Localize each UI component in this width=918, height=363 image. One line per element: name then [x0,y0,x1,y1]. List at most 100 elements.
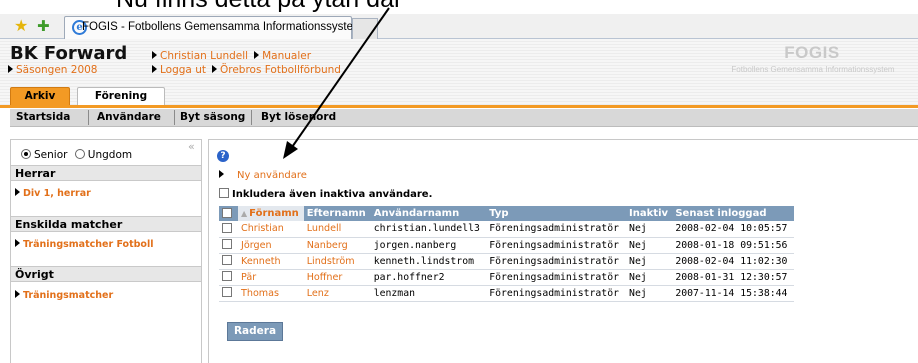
cell-last-login: 2007-11-14 15:38:44 [672,285,794,302]
sidebar-heading-enskilda-matcher: Enskilda matcher [11,216,201,232]
subnav-separator [88,110,89,125]
subnav-separator [174,110,175,125]
users-table: ▲ Förnamn Efternamn Användarnamn Typ Inak… [219,206,794,302]
cell-username: jorgen.nanberg [370,237,487,254]
column-header-inactive[interactable]: Inaktiv [626,206,673,221]
help-icon[interactable]: ? [217,150,229,162]
delete-button[interactable]: Radera [227,322,283,341]
cell-type: Föreningsadministratör [486,253,627,270]
cell-firstname[interactable]: Pär [238,269,304,286]
row-checkbox[interactable] [222,287,232,297]
browser-tab-title: FOGIS - Fotbollens Gemensamma Informatio… [82,21,363,33]
cell-firstname[interactable]: Christian [238,221,304,238]
header-divider [0,105,918,108]
caption-strip: Nu finns detta på ytan där [0,0,918,14]
main-content: ? Ny användare Inkludera även inaktiva a… [208,139,918,363]
column-header-type[interactable]: Typ [486,206,627,221]
column-header-lastname[interactable]: Efternamn [303,206,371,221]
arrow-icon [152,51,157,59]
browser-tab[interactable]: e FOGIS - Fotbollens Gemensamma Informat… [64,16,363,39]
manuals-link[interactable]: Manualer [254,50,311,62]
tab-arkiv[interactable]: Arkiv [10,87,70,106]
arrow-icon [219,170,224,178]
subnav-byt-sasong[interactable]: Byt säsong [180,111,245,123]
row-checkbox[interactable] [222,271,232,281]
cell-firstname[interactable]: Jörgen [238,237,304,254]
cell-inactive: Nej [626,237,673,254]
sort-up-icon: ▲ [241,209,248,218]
cell-inactive: Nej [626,269,673,286]
sidebar-link-div1-herrar[interactable]: Div 1, herrar [15,188,91,199]
cell-lastname[interactable]: Lenz [303,285,371,302]
user-link[interactable]: Christian Lundell [152,50,248,62]
sidebar: « Senior Ungdom Herrar Div 1, herrar Ens… [10,139,202,363]
column-header-last-login[interactable]: Senast inloggad [672,206,794,221]
table-row: Pär Hoffner par.hoffner2 Föreningsadmini… [219,269,794,286]
cell-username: christian.lundell3 [370,221,487,238]
arrow-icon [254,51,260,59]
arrow-icon [152,65,157,73]
cell-firstname[interactable]: Thomas [238,285,304,302]
radio-ungdom[interactable]: Ungdom [74,149,132,161]
row-select-cell [219,237,238,254]
arrow-icon [15,188,20,196]
cell-firstname[interactable]: Kenneth [238,253,304,270]
column-header-firstname[interactable]: ▲ Förnamn [238,206,304,221]
favorites-star-icon[interactable]: ★ [14,17,28,35]
new-tab-button[interactable] [352,18,378,39]
subnav-byt-losenord[interactable]: Byt lösenord [261,111,336,123]
select-all-header [219,206,238,221]
club-name: BK Forward [10,43,128,64]
sidebar-link-traningsmatcher-fotboll[interactable]: Träningsmatcher Fotboll [15,239,153,250]
arrow-icon [8,65,13,73]
cell-username: par.hoffner2 [370,269,487,286]
cell-inactive: Nej [626,253,673,270]
add-favorite-icon[interactable]: ✚ [37,17,50,35]
table-row: Thomas Lenz lenzman Föreningsadministrat… [219,285,794,302]
row-checkbox[interactable] [222,222,232,233]
include-inactive-checkbox[interactable] [219,188,229,198]
radio-ungdom-dot[interactable] [74,149,85,159]
collapse-icon[interactable]: « [188,140,195,153]
sidebar-heading-ovrigt: Övrigt [11,266,201,282]
fogis-logo-subtitle: Fotbollens Gemensamma Informationssystem [731,65,895,74]
cell-inactive: Nej [626,285,673,302]
season-link[interactable]: Säsongen 2008 [8,64,98,76]
cell-type: Föreningsadministratör [486,285,627,302]
logout-link[interactable]: Logga ut [152,64,206,76]
header-links-row-2: Logga ut Örebros Fotbollförbund [152,64,341,76]
select-all-checkbox[interactable] [222,207,232,218]
sub-navigation: Startsida Användare Byt säsong Byt lösen… [10,109,918,127]
subnav-startsida[interactable]: Startsida [16,111,70,123]
cell-lastname[interactable]: Nanberg [303,237,371,254]
cell-username: kenneth.lindstrom [370,253,487,270]
cell-lastname[interactable]: Hoffner [303,269,371,286]
subnav-anvandare[interactable]: Användare [97,111,161,123]
radio-senior-dot[interactable] [21,149,31,159]
fogis-logo: FOGIS [784,43,840,62]
table-row: Christian Lundell christian.lundell3 För… [219,221,794,238]
subnav-separator [251,110,252,125]
cell-last-login: 2008-01-31 12:30:57 [672,269,794,286]
cell-type: Föreningsadministratör [486,269,627,286]
include-inactive-label: Inkludera även inaktiva användare. [232,189,433,200]
cell-username: lenzman [370,285,487,302]
sidebar-link-traningsmatcher[interactable]: Träningsmatcher [15,290,113,301]
new-user-link[interactable]: Ny användare [219,170,307,181]
column-header-username[interactable]: Användarnamn [370,206,487,221]
row-checkbox[interactable] [222,239,232,249]
radio-senior[interactable]: Senior [21,149,67,161]
cell-lastname[interactable]: Lindström [303,253,371,270]
cell-last-login: 2008-02-04 11:02:30 [672,253,794,270]
arrow-icon [15,239,20,247]
age-group-radios: Senior Ungdom [21,149,132,161]
tab-forening[interactable]: Förening [77,87,165,106]
sidebar-heading-herrar: Herrar [11,165,201,181]
federation-link[interactable]: Örebros Fotbollförbund [211,64,341,76]
cell-inactive: Nej [626,221,673,238]
site-header: BK Forward Säsongen 2008 Christian Lunde… [0,39,918,106]
row-checkbox[interactable] [222,255,232,265]
cell-lastname[interactable]: Lundell [303,221,371,238]
browser-tab-bar: ★ ✚ e FOGIS - Fotbollens Gemensamma Info… [0,14,918,39]
table-header-row: ▲ Förnamn Efternamn Användarnamn Typ Inak… [219,206,794,221]
